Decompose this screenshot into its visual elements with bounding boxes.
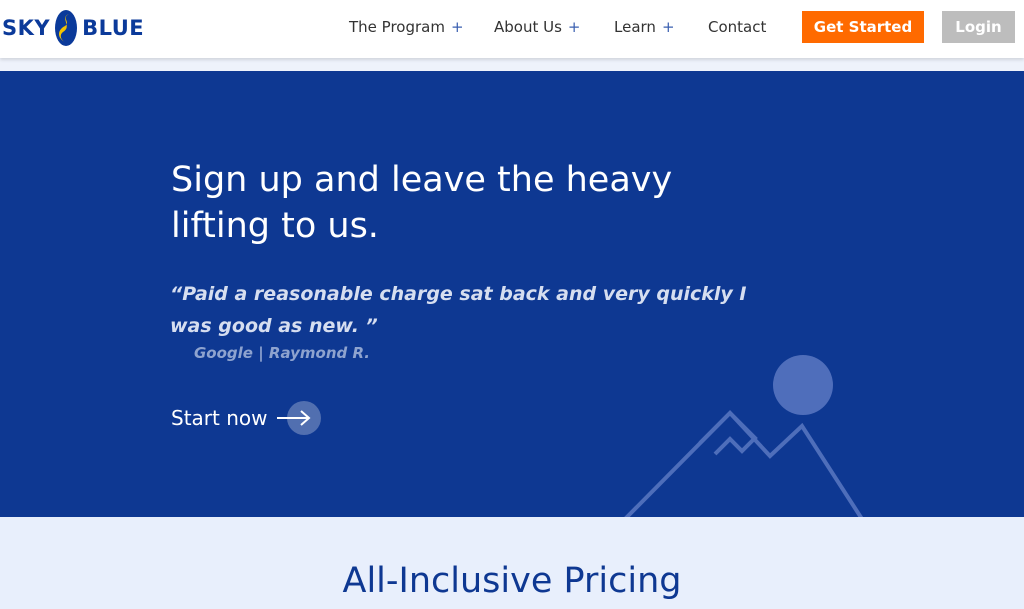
arrow-right-icon <box>273 401 322 435</box>
logo-text-sky: SKY <box>2 16 51 40</box>
testimonial-quote: “Paid a reasonable charge sat back and v… <box>170 283 747 337</box>
header-divider-strip <box>0 58 1024 71</box>
nav-item-the-program[interactable]: The Program + <box>349 18 464 36</box>
hero-title: Sign up and leave the heavy lifting to u… <box>171 160 673 246</box>
plus-icon: + <box>567 18 581 36</box>
hero-section: Sign up and leave the heavy lifting to u… <box>0 71 1024 517</box>
nav-label: The Program <box>349 18 445 36</box>
mountain-illustration-icon <box>624 355 864 517</box>
start-now-link[interactable]: Start now <box>171 401 322 435</box>
testimonial-source: Google | Raymond R. <box>194 344 370 362</box>
login-button[interactable]: Login <box>942 11 1015 43</box>
nav-label: Learn <box>614 18 656 36</box>
nav-label: Contact <box>708 18 767 36</box>
nav-item-about-us[interactable]: About Us + <box>494 18 581 36</box>
nav-label: About Us <box>494 18 562 36</box>
pricing-section: All-Inclusive Pricing <box>0 517 1024 609</box>
plus-icon: + <box>661 18 675 36</box>
nav-item-learn[interactable]: Learn + <box>614 18 675 36</box>
logo[interactable]: SKY BLUE <box>2 6 144 50</box>
logo-mark-icon <box>55 10 78 46</box>
nav-item-contact[interactable]: Contact <box>708 18 766 36</box>
pricing-title: All-Inclusive Pricing <box>342 561 682 601</box>
plus-icon: + <box>450 18 464 36</box>
get-started-button[interactable]: Get Started <box>802 11 924 43</box>
start-now-label: Start now <box>171 406 268 430</box>
logo-text-blue: BLUE <box>82 16 145 40</box>
site-header: SKY BLUE The Program + About Us + Learn + C… <box>0 0 1024 58</box>
